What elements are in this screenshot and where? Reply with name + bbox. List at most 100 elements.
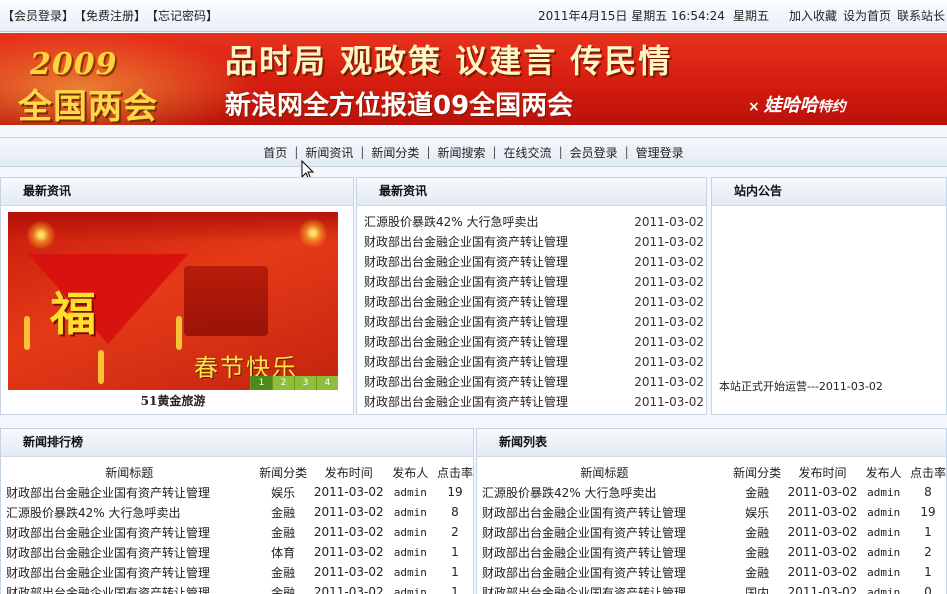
col-header-category: 新闻分类 xyxy=(733,465,782,480)
date-cell: 2011-03-02 xyxy=(787,585,858,594)
category-cell: 国内 xyxy=(745,585,770,594)
hits-cell: 2 xyxy=(451,525,459,539)
news-title-link[interactable]: 财政部出台金融企业国有资产转让管理 xyxy=(364,312,568,332)
col-header-category: 新闻分类 xyxy=(259,465,308,480)
table-row: 汇源股价暴跌42% 大行急呼卖出 金融 2011-03-02 admin 8 xyxy=(482,482,946,502)
news-title-link[interactable]: 汇源股价暴跌42% 大行急呼卖出 xyxy=(6,502,252,522)
panel-title: 最新资讯 xyxy=(1,178,353,206)
news-title-link[interactable]: 财政部出台金融企业国有资产转让管理 xyxy=(6,522,252,542)
author-cell: admin xyxy=(867,585,901,594)
hits-cell: 1 xyxy=(451,545,459,559)
festive-image[interactable]: 福 春节快乐 1 2 3 4 xyxy=(8,212,338,390)
news-title-link[interactable]: 财政部出台金融企业国有资产转让管理 xyxy=(482,562,727,582)
contact-admin-link[interactable]: 联系站长 xyxy=(897,7,945,24)
hits-cell: 2 xyxy=(924,545,932,559)
panel-title: 新闻列表 xyxy=(477,429,946,457)
tassel-icon xyxy=(98,350,104,384)
news-date: 2011-03-02 xyxy=(634,255,704,269)
banner-sponsor: × 娃哈哈特约 xyxy=(748,91,846,117)
list-item: 汇源股价暴跌42% 大行急呼卖出 2011-03-02 xyxy=(364,212,704,232)
hits-cell: 1 xyxy=(924,565,932,579)
firework-icon xyxy=(26,220,56,250)
image-caption[interactable]: 51黄金旅游 xyxy=(8,392,338,409)
sponsor-mark-icon: × xyxy=(748,99,760,115)
news-title-link[interactable]: 汇源股价暴跌42% 大行急呼卖出 xyxy=(482,482,727,502)
nav-admin-login[interactable]: 管理登录 xyxy=(629,144,691,161)
news-title-link[interactable]: 财政部出台金融企业国有资产转让管理 xyxy=(6,582,252,594)
banner: 2009 全国两会 品时局 观政策 议建言 传民情 新浪网全方位报道09全国两会… xyxy=(0,33,947,125)
table-row: 财政部出台金融企业国有资产转让管理 金融 2011-03-02 admin 2 xyxy=(6,522,473,542)
news-title-link[interactable]: 汇源股价暴跌42% 大行急呼卖出 xyxy=(364,212,539,232)
table-row: 财政部出台金融企业国有资产转让管理 体育 2011-03-02 admin 1 xyxy=(6,542,473,562)
news-title-link[interactable]: 财政部出台金融企业国有资产转让管理 xyxy=(364,272,568,292)
author-cell: admin xyxy=(867,525,901,539)
table-header-row: 新闻标题 新闻分类 发布时间 发布人 点击率 xyxy=(482,462,946,482)
news-title-link[interactable]: 财政部出台金融企业国有资产转让管理 xyxy=(364,392,568,412)
tassel-icon xyxy=(24,316,30,350)
nav-member-login[interactable]: 会员登录 xyxy=(563,144,625,161)
news-title-link[interactable]: 财政部出台金融企业国有资产转让管理 xyxy=(482,522,727,542)
top-right: 2011年4月15日 星期五 16:54:24 星期五 加入收藏 设为首页 联系… xyxy=(538,7,945,24)
news-date: 2011-03-02 xyxy=(634,295,704,309)
list-item: 财政部出台金融企业国有资产转让管理 2011-03-02 xyxy=(364,392,704,412)
slide-page-3[interactable]: 3 xyxy=(294,376,316,390)
table-header-row: 新闻标题 新闻分类 发布时间 发布人 点击率 xyxy=(6,462,473,482)
news-title-link[interactable]: 财政部出台金融企业国有资产转让管理 xyxy=(364,292,568,312)
news-title-link[interactable]: 财政部出台金融企业国有资产转让管理 xyxy=(482,502,727,522)
nav-news[interactable]: 新闻资讯 xyxy=(298,144,360,161)
news-title-link[interactable]: 财政部出台金融企业国有资产转让管理 xyxy=(482,542,727,562)
news-date: 2011-03-02 xyxy=(634,355,704,369)
author-cell: admin xyxy=(393,525,427,539)
news-date: 2011-03-02 xyxy=(634,275,704,289)
fu-character: 福 xyxy=(50,287,96,341)
news-ranking-panel: 新闻排行榜 新闻标题 新闻分类 发布时间 发布人 点击率 财政部出台金融企业国有… xyxy=(0,428,474,594)
col-header-date: 发布时间 xyxy=(324,465,373,480)
member-login-link[interactable]: 【会员登录】 xyxy=(2,7,74,24)
news-title-link[interactable]: 财政部出台金融企业国有资产转让管理 xyxy=(482,582,727,594)
slide-page-1[interactable]: 1 xyxy=(250,376,272,390)
news-title-link[interactable]: 财政部出台金融企业国有资产转让管理 xyxy=(364,332,568,352)
list-item: 财政部出台金融企业国有资产转让管理 2011-03-02 xyxy=(364,232,704,252)
news-title-link[interactable]: 财政部出台金融企业国有资产转让管理 xyxy=(364,232,568,252)
author-cell: admin xyxy=(393,505,427,519)
add-favorite-link[interactable]: 加入收藏 xyxy=(789,7,837,24)
hits-cell: 19 xyxy=(920,505,936,519)
table-row: 财政部出台金融企业国有资产转让管理 国内 2011-03-02 admin 0 xyxy=(482,582,946,594)
nav-search[interactable]: 新闻搜索 xyxy=(430,144,492,161)
table-row: 财政部出台金融企业国有资产转让管理 娱乐 2011-03-02 admin 19 xyxy=(6,482,473,502)
banner-year: 2009 xyxy=(30,47,118,82)
date-cell: 2011-03-02 xyxy=(787,485,858,499)
hits-cell: 19 xyxy=(447,485,463,499)
drape-decoration xyxy=(8,212,338,242)
register-link[interactable]: 【免费注册】 xyxy=(74,7,146,24)
list-item: 财政部出台金融企业国有资产转让管理 2011-03-02 xyxy=(364,372,704,392)
news-title-link[interactable]: 财政部出台金融企业国有资产转让管理 xyxy=(6,562,252,582)
news-title-link[interactable]: 财政部出台金融企业国有资产转让管理 xyxy=(364,352,568,372)
news-date: 2011-03-02 xyxy=(634,315,704,329)
sponsor-name: 娃哈哈 xyxy=(763,95,818,116)
category-cell: 娱乐 xyxy=(271,485,296,500)
news-title-link[interactable]: 财政部出台金融企业国有资产转让管理 xyxy=(364,372,568,392)
category-cell: 金融 xyxy=(745,485,770,500)
date-cell: 2011-03-02 xyxy=(787,505,858,519)
news-date: 2011-03-02 xyxy=(634,375,704,389)
news-title-link[interactable]: 财政部出台金融企业国有资产转让管理 xyxy=(6,542,252,562)
author-cell: admin xyxy=(867,505,901,519)
author-cell: admin xyxy=(393,545,427,559)
news-date: 2011-03-02 xyxy=(634,235,704,249)
table-row: 财政部出台金融企业国有资产转让管理 金融 2011-03-02 admin 1 xyxy=(482,522,946,542)
news-title-link[interactable]: 财政部出台金融企业国有资产转让管理 xyxy=(6,482,252,502)
date-cell: 2011-03-02 xyxy=(313,505,384,519)
nav-chat[interactable]: 在线交流 xyxy=(497,144,559,161)
author-cell: admin xyxy=(867,485,901,499)
slide-page-2[interactable]: 2 xyxy=(272,376,294,390)
slide-page-4[interactable]: 4 xyxy=(316,376,338,390)
nav-categories[interactable]: 新闻分类 xyxy=(364,144,426,161)
news-title-link[interactable]: 财政部出台金融企业国有资产转让管理 xyxy=(364,252,568,272)
set-homepage-link[interactable]: 设为首页 xyxy=(843,7,891,24)
forgot-password-link[interactable]: 【忘记密码】 xyxy=(146,7,218,24)
date-cell: 2011-03-02 xyxy=(313,485,384,499)
notice-item[interactable]: 本站正式开始运营---2011-03-02 xyxy=(719,378,883,394)
nav-home[interactable]: 首页 xyxy=(256,144,294,161)
hits-cell: 1 xyxy=(451,585,459,594)
